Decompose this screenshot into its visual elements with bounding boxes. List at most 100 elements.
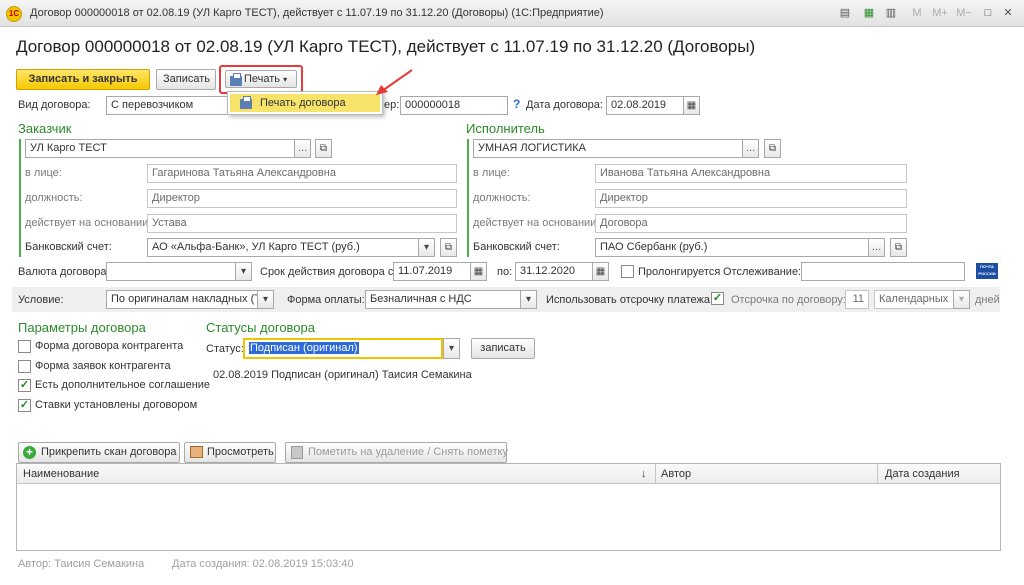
param-checkbox-request-form[interactable] <box>18 360 31 373</box>
annotation-arrow-icon <box>376 69 413 95</box>
memory-m-button[interactable]: M <box>910 5 924 21</box>
payment-label: Форма оплаты: <box>287 294 365 306</box>
customer-bank-field[interactable]: АО «Альфа-Банк», УЛ Карго ТЕСТ (руб.) <box>147 238 419 257</box>
customer-position-label: должность: <box>25 192 83 204</box>
print-button[interactable]: Печать ▾ <box>225 70 297 88</box>
param-label-addendum: Есть дополнительное соглашение <box>35 379 211 391</box>
print-contract-menu-item[interactable]: Печать договора <box>230 94 380 112</box>
param-label-contract-form: Форма договора контрагента <box>35 340 184 352</box>
column-separator <box>877 464 878 484</box>
footer-author: Автор: Таисия Семакина <box>18 558 145 570</box>
save-button[interactable]: Записать <box>156 69 216 90</box>
contractor-person-field[interactable]: Иванова Татьяна Александровна <box>595 164 907 183</box>
status-value: Подписан (оригинал) <box>249 342 359 354</box>
prolong-label: Пролонгируется <box>638 266 721 278</box>
currency-dropdown[interactable]: ▾ <box>235 262 252 281</box>
print-preview-icon[interactable]: ▤ <box>838 5 852 21</box>
print-dropdown-menu: Печать договора <box>227 91 383 115</box>
customer-position-field[interactable]: Директор <box>147 189 457 208</box>
period-to-field[interactable]: 31.12.2020 <box>515 262 593 281</box>
close-icon[interactable]: ✕ <box>1000 5 1016 21</box>
scans-table-header: Наименование ↓ Автор Дата создания <box>17 464 1000 484</box>
column-created[interactable]: Дата создания <box>885 468 960 480</box>
customer-basis-field[interactable]: Устава <box>147 214 457 233</box>
param-label-rates: Ставки установлены договором <box>35 399 198 411</box>
customer-name-field[interactable]: УЛ Карго ТЕСТ <box>25 139 295 158</box>
column-author[interactable]: Автор <box>661 468 691 480</box>
period-from-label: Срок действия договора с: <box>260 266 397 278</box>
status-dropdown[interactable]: ▾ <box>443 338 460 359</box>
tracking-label: Отслеживание: <box>723 266 802 278</box>
column-name[interactable]: Наименование <box>23 468 99 480</box>
prolong-checkbox[interactable] <box>621 265 634 278</box>
deferral-type-field[interactable]: Календарных <box>874 290 954 309</box>
period-from-field[interactable]: 11.07.2019 <box>393 262 471 281</box>
days-label: дней <box>975 294 1000 306</box>
deferral-label: Использовать отсрочку платежа: <box>546 294 714 306</box>
contract-type-field[interactable]: С перевозчиком <box>106 96 228 115</box>
memory-minus-button[interactable]: M− <box>954 5 974 21</box>
restore-icon[interactable]: □ <box>980 5 996 21</box>
payment-dropdown[interactable]: ▾ <box>520 290 537 309</box>
contract-number-label: ер: <box>384 99 400 111</box>
status-label: Статус: <box>206 343 244 355</box>
contractor-select-button[interactable]: … <box>742 139 759 158</box>
contractor-bank-open-icon[interactable]: ⧉ <box>890 238 907 257</box>
printer-icon <box>230 73 242 86</box>
save-and-close-button[interactable]: Записать и закрыть <box>16 69 150 90</box>
mark-delete-label: Пометить на удаление / Снять пометку <box>308 446 508 458</box>
param-checkbox-contract-form[interactable] <box>18 340 31 353</box>
contractor-person-label: в лице: <box>473 167 510 179</box>
printer-icon <box>240 96 252 109</box>
contractor-open-icon[interactable]: ⧉ <box>764 139 781 158</box>
tracking-field[interactable] <box>801 262 965 281</box>
contractor-basis-field[interactable]: Договора <box>595 214 907 233</box>
russian-post-logo-icon[interactable]: ПОЧТА РОССИИ <box>976 263 998 279</box>
payment-field[interactable]: Безналичная с НДС <box>365 290 521 309</box>
currency-field[interactable] <box>106 262 236 281</box>
status-field[interactable]: Подписан (оригинал) <box>243 338 443 359</box>
contractor-bank-field[interactable]: ПАО Сбербанк (руб.) <box>595 238 869 257</box>
customer-bank-dropdown[interactable]: ▾ <box>418 238 435 257</box>
window-title: Договор 000000018 от 02.08.19 (УЛ Карго … <box>30 7 604 19</box>
view-scan-button[interactable]: Просмотреть <box>184 442 276 463</box>
deferral-days-field[interactable]: 11 <box>845 290 869 309</box>
deferral-checkbox[interactable]: ✓ <box>711 292 724 305</box>
contractor-bank-label: Банковский счет: <box>473 241 560 253</box>
contractor-position-field[interactable]: Директор <box>595 189 907 208</box>
customer-open-icon[interactable]: ⧉ <box>315 139 332 158</box>
view-image-icon <box>190 446 203 458</box>
sort-arrow-icon[interactable]: ↓ <box>641 468 647 480</box>
help-icon[interactable]: ? <box>513 97 520 111</box>
chevron-down-icon: ▾ <box>283 75 288 84</box>
period-from-calendar-icon[interactable]: ▦ <box>470 262 487 281</box>
status-history-item: 02.08.2019 Подписан (оригинал) Таисия Се… <box>213 369 472 381</box>
calculator-icon[interactable]: ▦ <box>862 5 876 21</box>
attach-scan-button[interactable]: + Прикрепить скан договора <box>18 442 180 463</box>
deferral-contract-label: Отсрочка по договору: <box>731 294 846 306</box>
contractor-section-bar <box>467 139 469 257</box>
calendar-picker-icon[interactable]: ▦ <box>683 96 700 115</box>
param-checkbox-addendum[interactable]: ✓ <box>18 379 31 392</box>
period-to-calendar-icon[interactable]: ▦ <box>592 262 609 281</box>
calendar-icon[interactable]: ▥ <box>884 5 898 21</box>
status-write-button[interactable]: записать <box>471 338 535 359</box>
contract-date-field[interactable]: 02.08.2019 <box>606 96 684 115</box>
deferral-type-dropdown[interactable]: ▾ <box>953 290 970 309</box>
customer-bank-open-icon[interactable]: ⧉ <box>440 238 457 257</box>
currency-label: Валюта договора: <box>18 266 110 278</box>
print-contract-label: Печать договора <box>260 97 346 109</box>
scans-table[interactable]: Наименование ↓ Автор Дата создания <box>16 463 1001 551</box>
customer-select-button[interactable]: … <box>294 139 311 158</box>
memory-plus-button[interactable]: M+ <box>930 5 950 21</box>
param-checkbox-rates[interactable]: ✓ <box>18 399 31 412</box>
page-title: Договор 000000018 от 02.08.19 (УЛ Карго … <box>16 37 756 56</box>
condition-field[interactable]: По оригиналам накладных (ТН <box>106 290 258 309</box>
mark-delete-button[interactable]: Пометить на удаление / Снять пометку <box>285 442 508 463</box>
params-section-title: Параметры договора <box>18 320 146 335</box>
customer-person-field[interactable]: Гагаринова Татьяна Александровна <box>147 164 457 183</box>
contractor-name-field[interactable]: УМНАЯ ЛОГИСТИКА <box>473 139 743 158</box>
condition-dropdown[interactable]: ▾ <box>257 290 274 309</box>
statuses-section-title: Статусы договора <box>206 320 316 335</box>
contractor-bank-select-button[interactable]: … <box>868 238 885 257</box>
